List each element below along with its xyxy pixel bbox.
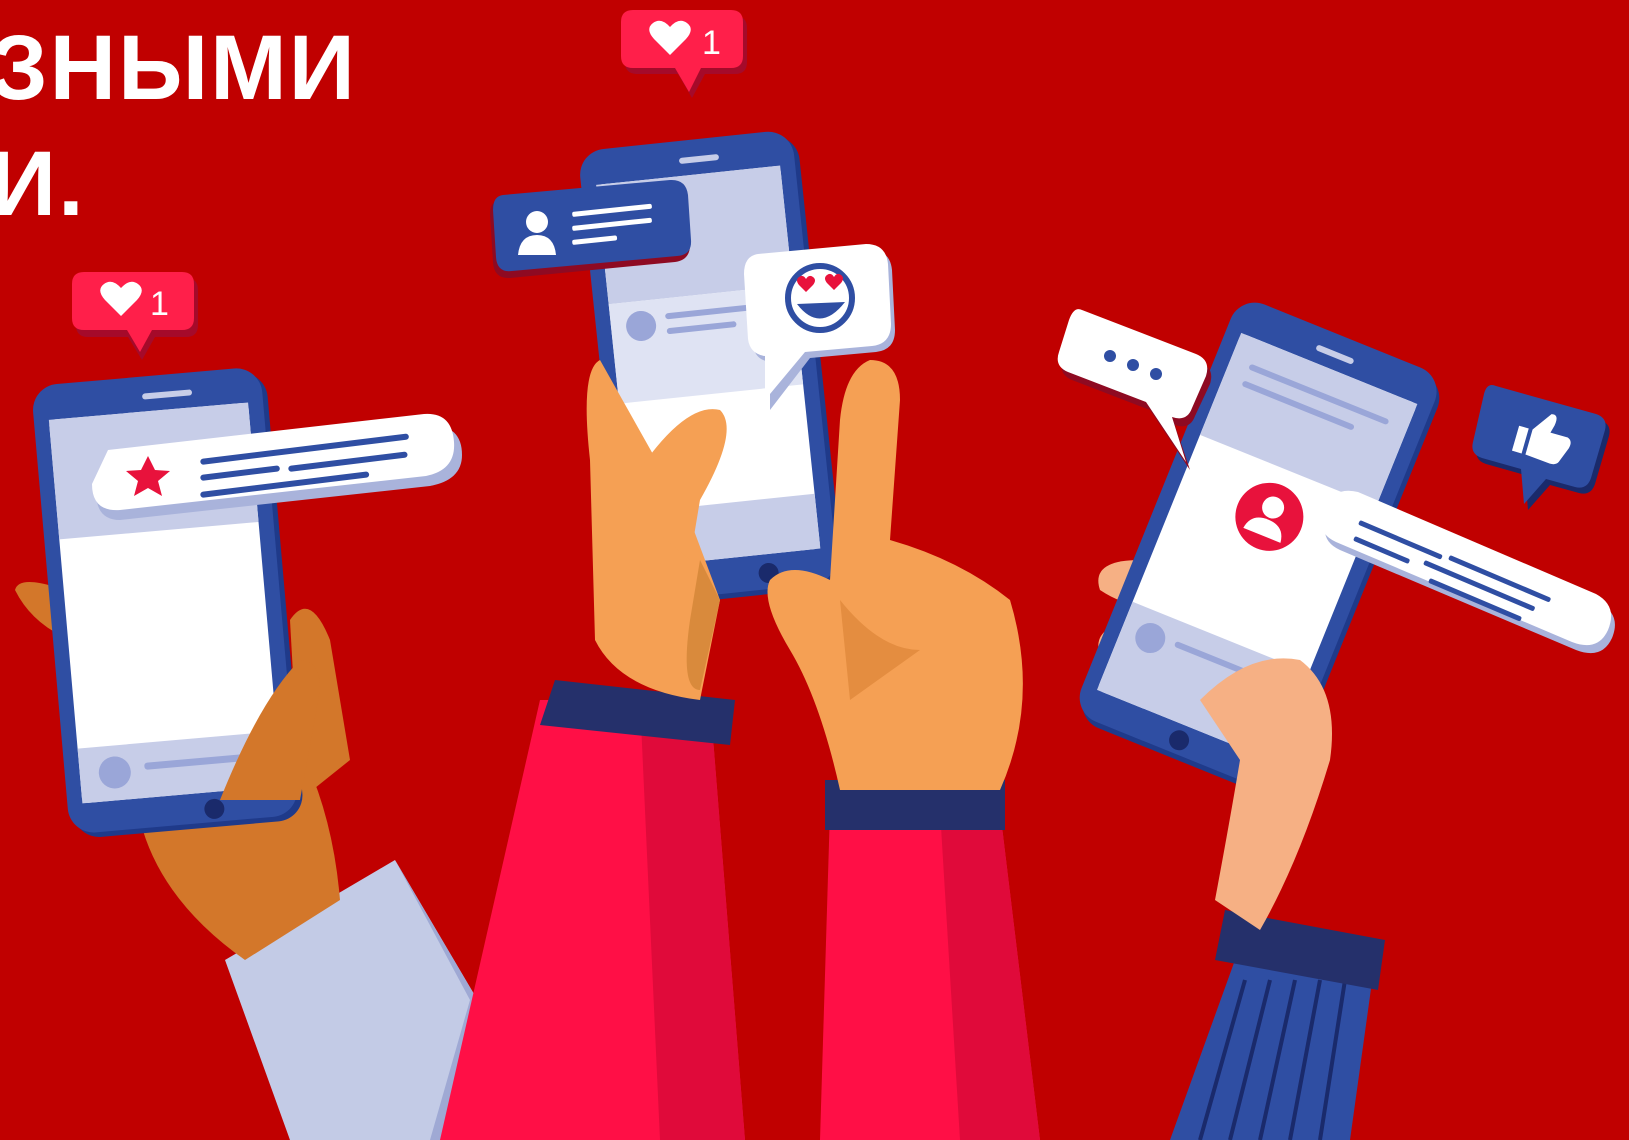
social-media-hands-illustration: 1 1 (15, 10, 1615, 1140)
center-left-sleeve (440, 680, 745, 1140)
right-sleeve (1170, 910, 1385, 1140)
contact-bubble (490, 179, 692, 279)
thumbs-up-badge (1472, 385, 1610, 510)
like-badge-left: 1 (72, 272, 198, 360)
right-thumb (1200, 658, 1332, 930)
illustration-canvas: ЗНЫМИ И. 1 1 (0, 0, 1629, 1140)
like-count-center: 1 (702, 24, 721, 62)
center-right-sleeve (820, 780, 1040, 1140)
like-badge-center: 1 (621, 10, 747, 98)
like-count-left: 1 (150, 285, 169, 323)
